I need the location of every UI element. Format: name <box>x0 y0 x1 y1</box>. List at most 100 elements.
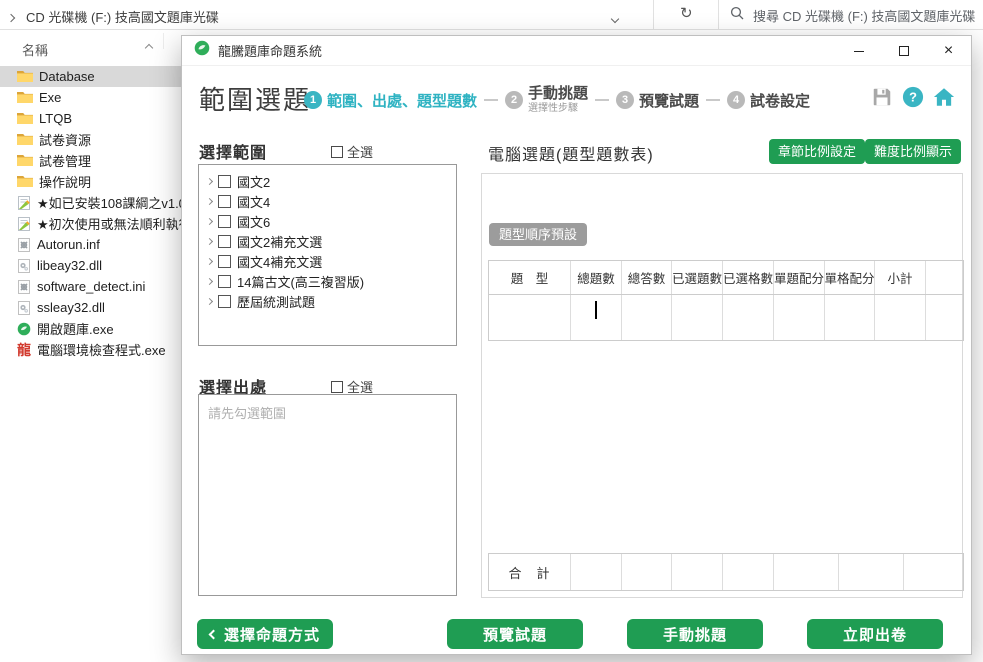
step-range-source[interactable]: 1 範圍、出處、題型題數 <box>304 90 477 111</box>
folder-icon <box>17 112 33 125</box>
tree-item-checkbox[interactable] <box>218 295 231 308</box>
file-row[interactable]: 操作說明 <box>0 171 181 192</box>
source-placeholder: 請先勾選範圍 <box>208 403 286 422</box>
window-titlebar[interactable]: 龍騰題庫命題系統 × <box>182 36 971 66</box>
step-label: 試卷設定 <box>750 90 810 111</box>
file-row[interactable]: Autorun.inf <box>0 234 181 255</box>
qtable-body-cell[interactable] <box>622 295 672 340</box>
wizard-steps: 1 範圍、出處、題型題數 2 手動挑題 選擇性步驟 3 預覽試題 4 試卷設定 <box>304 84 810 116</box>
help-icon: ? <box>902 86 924 108</box>
tree-item-checkbox[interactable] <box>218 195 231 208</box>
qtable-header-cell: 已選格數 <box>723 261 774 294</box>
manual-pick-button[interactable]: 手動挑題 <box>627 619 763 649</box>
qtable-total-row: 合 計 <box>488 553 964 591</box>
qtable-body-cell[interactable] <box>672 295 723 340</box>
range-section-title: 選擇範圍 <box>199 139 267 163</box>
qtable-total-cell <box>839 554 904 590</box>
qtable-body-cell[interactable] <box>723 295 774 340</box>
qtable-body-cell[interactable] <box>825 295 875 340</box>
file-row[interactable]: Exe <box>0 87 181 108</box>
document-icon <box>17 196 31 210</box>
qtable-total-cell <box>622 554 672 590</box>
qtable-total-cell <box>672 554 723 590</box>
source-select-all-checkbox[interactable] <box>331 381 343 393</box>
toolbar-divider <box>653 0 654 30</box>
qtable-body-cell[interactable] <box>571 295 622 340</box>
step-paper-settings[interactable]: 4 試卷設定 <box>727 90 810 111</box>
refresh-icon[interactable]: ↻ <box>680 4 693 22</box>
tree-item-checkbox[interactable] <box>218 235 231 248</box>
home-button[interactable] <box>933 86 955 108</box>
file-row[interactable]: libeay32.dll <box>0 255 181 276</box>
tree-item[interactable]: 國文4 <box>205 191 456 211</box>
expand-chevron-icon[interactable] <box>206 277 213 284</box>
qtable-header-cell: 已選題數 <box>672 261 723 294</box>
breadcrumb[interactable]: CD 光碟機 (F:) 技高國文題庫光碟 <box>26 7 219 26</box>
qtable-body-cell[interactable] <box>926 295 963 340</box>
order-preset-button[interactable]: 題型順序預設 <box>489 223 587 246</box>
sort-ascending-icon[interactable] <box>146 38 152 56</box>
file-row[interactable]: 試卷資源 <box>0 129 181 150</box>
expand-chevron-icon[interactable] <box>206 217 213 224</box>
breadcrumb-chevron-icon[interactable] <box>8 8 14 26</box>
difficulty-ratio-button[interactable]: 難度比例顯示 <box>865 139 961 164</box>
range-select-all[interactable]: 全選 <box>331 142 373 161</box>
file-name: 試卷資源 <box>39 130 91 149</box>
range-select-all-label: 全選 <box>347 142 373 161</box>
search-input[interactable]: 搜尋 CD 光碟機 (F:) 技高國文題庫光碟 <box>730 6 975 25</box>
save-button[interactable] <box>871 86 893 108</box>
file-name: 開啟題庫.exe <box>37 319 114 338</box>
chapter-ratio-button[interactable]: 章節比例設定 <box>769 139 865 164</box>
tree-item-label: 14篇古文(高三複習版) <box>237 272 364 291</box>
file-row[interactable]: 開啟題庫.exe <box>0 318 181 339</box>
tree-item[interactable]: 國文2補充文選 <box>205 231 456 251</box>
expand-chevron-icon[interactable] <box>206 197 213 204</box>
generate-paper-button[interactable]: 立即出卷 <box>807 619 943 649</box>
file-row[interactable]: Database <box>0 66 181 87</box>
expand-chevron-icon[interactable] <box>206 177 213 184</box>
tree-item-checkbox[interactable] <box>218 275 231 288</box>
back-to-method-button[interactable]: 選擇命題方式 <box>197 619 333 649</box>
file-name: Database <box>39 69 95 84</box>
range-select-all-checkbox[interactable] <box>331 146 343 158</box>
tree-item-label: 國文2補充文選 <box>237 232 322 251</box>
app-logo-icon <box>194 40 210 61</box>
close-button[interactable]: × <box>926 36 971 66</box>
name-column-header[interactable]: 名稱 <box>22 40 48 59</box>
tree-item[interactable]: 14篇古文(高三複習版) <box>205 271 456 291</box>
help-button[interactable]: ? <box>902 86 924 108</box>
file-row[interactable]: software_detect.ini <box>0 276 181 297</box>
file-row[interactable]: 龍電腦環境檢查程式.exe <box>0 339 181 360</box>
preview-questions-button[interactable]: 預覽試題 <box>447 619 583 649</box>
qtable-body-cell[interactable] <box>489 295 571 340</box>
window-title: 龍騰題庫命題系統 <box>218 41 322 60</box>
expand-chevron-icon[interactable] <box>206 297 213 304</box>
step-label: 預覽試題 <box>639 90 699 111</box>
file-name: ★初次使用或無法順利執行 <box>37 214 181 233</box>
step-label: 手動挑題 <box>528 86 588 103</box>
file-list: Database ExeLTQB試卷資源試卷管理操作說明★如已安裝108課綱之v1… <box>0 66 181 360</box>
qtable-body-cell[interactable] <box>774 295 825 340</box>
tree-item-checkbox[interactable] <box>218 175 231 188</box>
source-list-panel[interactable]: 請先勾選範圍 <box>198 394 457 596</box>
address-dropdown-icon[interactable] <box>612 9 618 27</box>
file-row[interactable]: ssleay32.dll <box>0 297 181 318</box>
tree-item-checkbox[interactable] <box>218 255 231 268</box>
step-manual-pick[interactable]: 2 手動挑題 選擇性步驟 <box>505 86 588 114</box>
tree-item-checkbox[interactable] <box>218 215 231 228</box>
minimize-button[interactable] <box>836 36 881 66</box>
tree-item[interactable]: 國文2 <box>205 171 456 191</box>
file-row[interactable]: ★如已安裝108課綱之v1.0 <box>0 192 181 213</box>
file-row[interactable]: 試卷管理 <box>0 150 181 171</box>
qtable-body-cell[interactable] <box>875 295 926 340</box>
expand-chevron-icon[interactable] <box>206 257 213 264</box>
step-preview[interactable]: 3 預覽試題 <box>616 90 699 111</box>
expand-chevron-icon[interactable] <box>206 237 213 244</box>
tree-item[interactable]: 歷屆統測試題 <box>205 291 456 311</box>
tree-item[interactable]: 國文4補充文選 <box>205 251 456 271</box>
maximize-button[interactable] <box>881 36 926 66</box>
tree-item[interactable]: 國文6 <box>205 211 456 231</box>
file-row[interactable]: LTQB <box>0 108 181 129</box>
file-row[interactable]: ★初次使用或無法順利執行 <box>0 213 181 234</box>
dll-file-icon <box>17 301 31 315</box>
